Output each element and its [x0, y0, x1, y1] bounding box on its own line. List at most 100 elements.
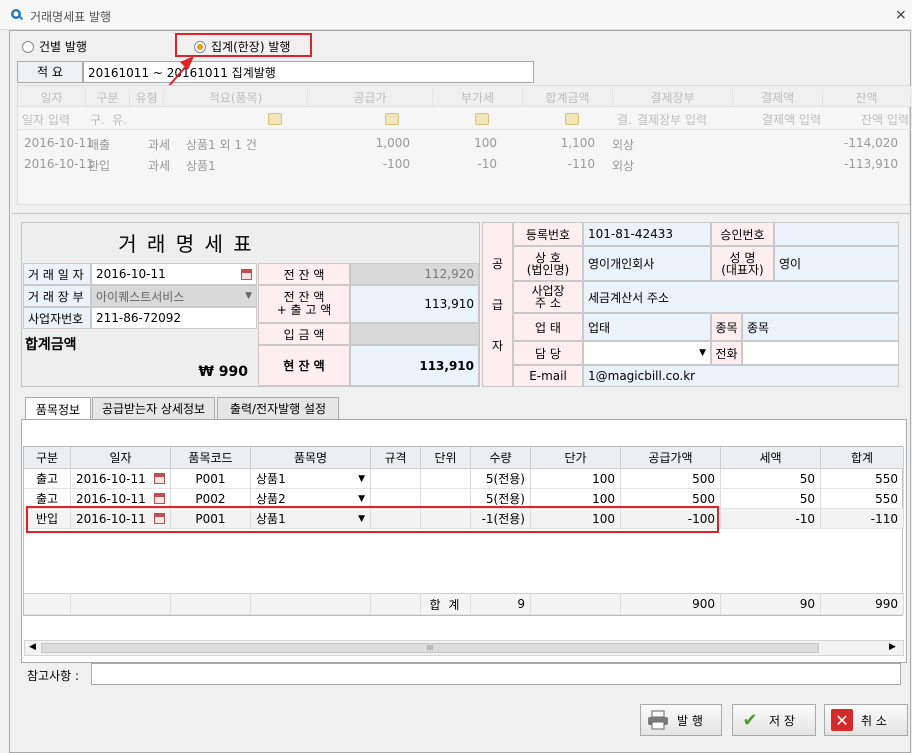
- calendar-icon[interactable]: [154, 493, 165, 504]
- history-filter-cell[interactable]: 잔액 입력: [827, 111, 909, 128]
- history-cell[interactable]: 1,100: [523, 136, 595, 150]
- history-filter-cell[interactable]: 유...: [112, 111, 128, 128]
- items-cell[interactable]: 5(전용): [471, 469, 531, 489]
- history-cell[interactable]: 2016-10-11: [24, 157, 94, 171]
- radio-individual[interactable]: 건별 발행: [22, 38, 87, 55]
- items-cell[interactable]: 50: [721, 489, 821, 509]
- history-filter-cell[interactable]: 결...: [617, 111, 631, 128]
- phone-input[interactable]: [742, 341, 899, 365]
- items-col-header[interactable]: 품목코드: [171, 447, 251, 469]
- items-cell[interactable]: 출고: [24, 469, 71, 489]
- history-cell[interactable]: 외상: [612, 157, 634, 174]
- history-cell[interactable]: 상품1: [186, 157, 216, 174]
- history-col-header[interactable]: 결제장부: [613, 89, 733, 106]
- items-col-header[interactable]: 수량: [471, 447, 531, 469]
- items-cell[interactable]: 100: [531, 469, 621, 489]
- calendar-icon[interactable]: [154, 473, 165, 484]
- history-cell[interactable]: -10: [433, 157, 497, 171]
- items-col-header[interactable]: 단가: [531, 447, 621, 469]
- prev-plus-label: 전 잔 액 + 출 고 액: [258, 285, 350, 323]
- chevron-down-icon: ▼: [699, 348, 706, 358]
- cancel-button[interactable]: ✕ 취 소: [824, 704, 908, 736]
- rep-label-1: 성 명: [729, 250, 756, 265]
- chevron-down-icon[interactable]: ▼: [358, 494, 365, 504]
- items-total-cell: 합 계: [421, 593, 471, 615]
- items-cell[interactable]: -110: [821, 509, 904, 529]
- scroll-thumb[interactable]: III: [41, 643, 819, 653]
- save-label: 저 장: [769, 713, 795, 728]
- items-cell[interactable]: 550: [821, 469, 904, 489]
- history-filter-cell[interactable]: 구...: [90, 111, 106, 128]
- book-select[interactable]: 아이퀘스트서비스 ▼: [91, 285, 257, 307]
- items-cell[interactable]: 550: [821, 489, 904, 509]
- radio-aggregate[interactable]: 집계(한장) 발행: [194, 38, 290, 55]
- history-col-header[interactable]: 일자: [18, 89, 86, 106]
- history-col-header[interactable]: 결제액: [733, 89, 823, 106]
- items-cell[interactable]: [371, 469, 421, 489]
- history-col-header[interactable]: 잔액: [823, 89, 911, 106]
- history-cell[interactable]: 100: [433, 136, 497, 150]
- history-cell[interactable]: 과세: [148, 157, 170, 174]
- items-col-header[interactable]: 합계: [821, 447, 904, 469]
- items-col-header[interactable]: 공급가액: [621, 447, 721, 469]
- history-cell[interactable]: -100: [308, 157, 410, 171]
- current-balance-label: 현 잔 액: [258, 345, 350, 386]
- items-cell[interactable]: 상품1 ▼: [251, 469, 371, 489]
- items-cell[interactable]: P001: [171, 469, 251, 489]
- items-cell[interactable]: [421, 469, 471, 489]
- history-cell[interactable]: -110: [523, 157, 595, 171]
- name-label-2: (법인명): [526, 262, 570, 277]
- history-cell[interactable]: -114,020: [823, 136, 898, 150]
- history-cell[interactable]: -113,910: [823, 157, 898, 171]
- items-cell-text: 550: [875, 471, 898, 486]
- history-cell[interactable]: 상품1 외 1 건: [186, 136, 257, 153]
- items-col-header[interactable]: 구분: [24, 447, 71, 469]
- items-col-header[interactable]: 품목명: [251, 447, 371, 469]
- items-cell[interactable]: 500: [621, 469, 721, 489]
- items-col-header[interactable]: 일자: [71, 447, 171, 469]
- deposit-label: 입 금 액: [258, 323, 350, 345]
- history-cell[interactable]: 1,000: [308, 136, 410, 150]
- calendar-icon[interactable]: [241, 268, 252, 280]
- scroll-left-icon[interactable]: ◀: [29, 642, 36, 652]
- history-cell[interactable]: 매출: [88, 136, 110, 153]
- email-value[interactable]: 1@magicbill.co.kr: [583, 365, 899, 387]
- date-input[interactable]: 2016-10-11: [91, 263, 257, 285]
- history-col-header[interactable]: 부가세: [433, 89, 523, 106]
- items-cell[interactable]: 50: [721, 469, 821, 489]
- h-scrollbar[interactable]: ◀ III ▶: [24, 640, 904, 656]
- history-col-header[interactable]: 공급가: [308, 89, 433, 106]
- tab-print-settings[interactable]: 출력/전자발행 설정: [217, 397, 339, 419]
- history-filter-cell[interactable]: 결제액 입력: [737, 111, 821, 128]
- save-button[interactable]: ✔ 저 장: [732, 704, 816, 736]
- history-col-header[interactable]: 구분: [86, 89, 130, 106]
- printer-icon: [647, 709, 669, 731]
- history-filter-cell[interactable]: 결제장부 입력: [637, 111, 731, 128]
- history-cell[interactable]: 과세: [148, 136, 170, 153]
- scroll-right-icon[interactable]: ▶: [889, 642, 896, 652]
- tab-buyer-detail[interactable]: 공급받는자 상세정보: [92, 397, 215, 419]
- memo-input[interactable]: [91, 663, 901, 685]
- history-cell[interactable]: 2016-10-11: [24, 136, 94, 150]
- items-total-cell: 90: [721, 593, 821, 615]
- approve-value[interactable]: [774, 222, 899, 246]
- addr-label: 사업장 주 소: [513, 281, 583, 313]
- manager-select[interactable]: ▼: [583, 341, 711, 365]
- items-col-header[interactable]: 규격: [371, 447, 421, 469]
- history-filter-cell[interactable]: 일자 입력: [22, 111, 84, 128]
- close-icon[interactable]: ×: [895, 7, 907, 23]
- tab-items[interactable]: 품목정보: [25, 397, 91, 420]
- biz-input[interactable]: 211-86-72092: [91, 307, 257, 329]
- title-bar: [0, 0, 912, 30]
- history-cell[interactable]: 환입: [88, 157, 110, 174]
- history-col-header[interactable]: 적요(품목): [164, 89, 308, 106]
- history-cell[interactable]: 외상: [612, 136, 634, 153]
- items-cell[interactable]: -10: [721, 509, 821, 529]
- history-col-header[interactable]: 합계금액: [523, 89, 613, 106]
- issue-button[interactable]: 발 행: [640, 704, 722, 736]
- items-col-header[interactable]: 세액: [721, 447, 821, 469]
- items-col-header[interactable]: 단위: [421, 447, 471, 469]
- chevron-down-icon[interactable]: ▼: [358, 474, 365, 484]
- items-cell[interactable]: 2016-10-11: [71, 469, 171, 489]
- history-col-header[interactable]: 유형: [130, 89, 164, 106]
